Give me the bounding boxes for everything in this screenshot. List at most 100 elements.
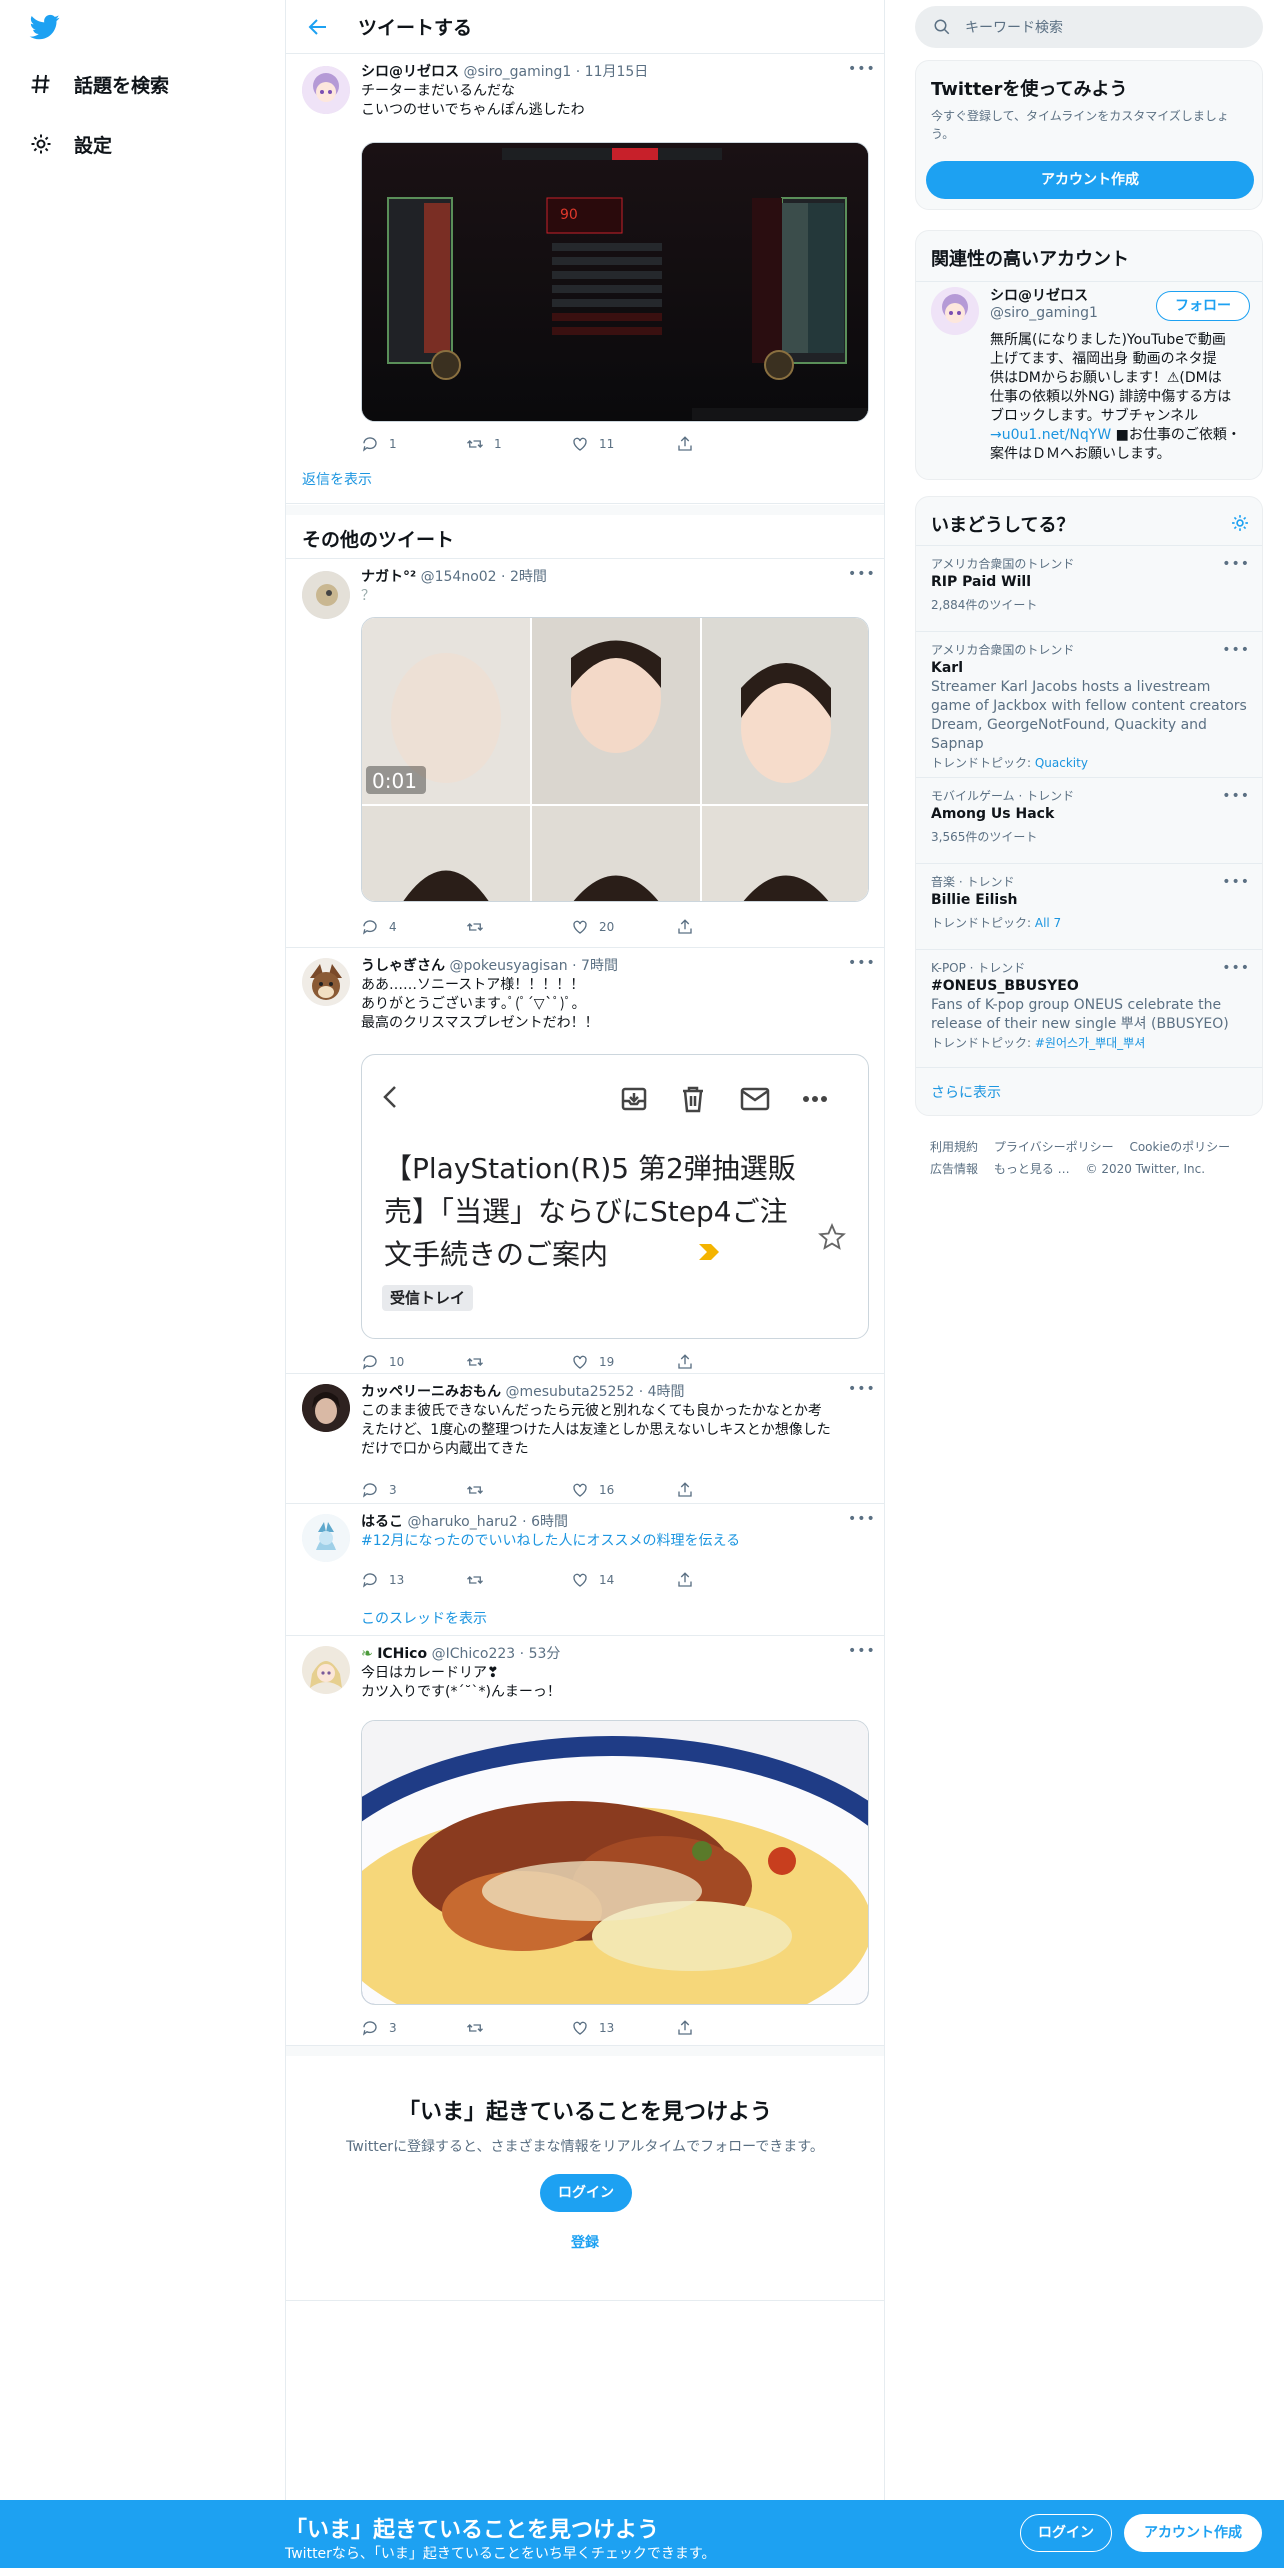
more-icon[interactable]: ••• [1222,642,1250,658]
more-icon[interactable]: ••• [1222,874,1250,890]
user-handle[interactable]: @mesubuta25252 [505,1384,634,1400]
signup-link[interactable]: 登録 [286,2232,884,2252]
retweet-button[interactable] [466,1570,571,1590]
more-icon[interactable]: ••• [848,62,875,82]
more-icon[interactable]: ••• [1222,960,1250,976]
trend-item[interactable]: モバイルゲーム · トレンド Among Us Hack 3,565件のツイート… [916,777,1262,863]
footer-link[interactable]: 広告情報 [930,1162,978,1176]
trend-item[interactable]: K-POP · トレンド #ONEUS_BBUSYEO Fans of K-po… [916,949,1262,1067]
footer-link[interactable]: プライバシーポリシー [994,1140,1114,1154]
tweet-time[interactable]: 11月15日 [585,64,649,80]
tweet-time[interactable]: 4時間 [648,1384,685,1400]
trend-item[interactable]: アメリカ合衆国のトレンド Karl Streamer Karl Jacobs h… [916,631,1262,777]
share-button[interactable] [676,434,781,454]
display-name[interactable]: ナガト°² [361,569,416,585]
like-button[interactable]: 13 [571,2018,676,2038]
search-box[interactable]: キーワード検索 [915,6,1263,48]
display-name[interactable]: カッペリーニみおもん [361,1384,501,1400]
tweet-video[interactable]: 0:01 [361,617,869,902]
trend-topic-link[interactable]: #원어스가_뿌대_뿌셔 [1035,1036,1145,1050]
trend-item[interactable]: 音楽 · トレンド Billie Eilish トレンドトピック: All 7 … [916,863,1262,949]
retweet-button[interactable] [466,1480,571,1500]
share-button[interactable] [676,1570,781,1590]
tweet[interactable]: うしゃぎさん @pokeusyagisan · 7時間 ••• ああ……ソニース… [286,948,884,1374]
reply-button[interactable]: 1 [361,434,466,454]
tweet-time[interactable]: 53分 [529,1646,561,1662]
trend-topic-link[interactable]: All 7 [1035,916,1061,930]
user-handle[interactable]: @haruko_haru2 [407,1514,517,1530]
tweet[interactable]: ❧ ICHico @IChico223 · 53分 ••• 今日はカレードリア❣… [286,1636,884,2046]
reply-button[interactable]: 13 [361,1570,466,1590]
more-icon[interactable]: ••• [848,567,875,587]
tweet-time[interactable]: 7時間 [581,958,618,974]
like-button[interactable]: 20 [571,917,676,937]
reply-button[interactable]: 3 [361,1480,466,1500]
display-name[interactable]: シロ@リゼロス [990,285,1088,305]
avatar[interactable] [302,1384,350,1432]
tweet-image[interactable]: 【PlayStation(R)5 第2弾抽選販売】「当選」ならびにStep4ご注… [361,1054,869,1339]
avatar[interactable] [931,287,979,335]
tweet-image[interactable]: 90 [361,142,869,422]
show-replies-link[interactable]: 返信を表示 [302,469,372,489]
more-icon[interactable]: ••• [1222,788,1250,804]
reply-button[interactable]: 4 [361,917,466,937]
more-icon[interactable]: ••• [848,1512,875,1532]
hashtag-link[interactable]: #12月になったのでいいねした人にオススメの料理を伝える [361,1533,740,1549]
bio-link[interactable]: →u0u1.net/NqYW [990,427,1111,443]
more-icon[interactable]: ••• [848,1382,875,1402]
user-handle[interactable]: @IChico223 [432,1646,516,1662]
nav-settings[interactable]: 設定 [28,124,112,164]
footer-link[interactable]: 利用規約 [930,1140,978,1154]
create-account-button[interactable]: アカウント作成 [926,161,1254,199]
footer-link[interactable]: もっと見る … [994,1162,1070,1176]
user-handle[interactable]: @siro_gaming1 [463,64,571,80]
tweet-image[interactable] [361,1720,869,2005]
avatar[interactable] [302,571,350,619]
trend-item[interactable]: アメリカ合衆国のトレンド RIP Paid Will 2,884件のツイート •… [916,545,1262,631]
more-icon[interactable]: ••• [848,956,875,976]
back-arrow-icon[interactable] [306,15,330,39]
login-button[interactable]: ログイン [540,2174,632,2212]
like-button[interactable]: 14 [571,1570,676,1590]
show-thread-link[interactable]: このスレッドを表示 [361,1608,487,1628]
follow-button[interactable]: フォロー [1156,291,1250,321]
nav-explore[interactable]: 話題を検索 [28,64,169,104]
twitter-logo-icon[interactable] [28,12,62,42]
reply-button[interactable]: 10 [361,1352,466,1372]
tweet-time[interactable]: 6時間 [531,1514,568,1530]
retweet-button[interactable] [466,1352,571,1372]
tweet[interactable]: ナガト°² @154no02 · 2時間 ••• ？ 0:01 4 20 [286,559,884,948]
avatar[interactable] [302,1646,350,1694]
display-name[interactable]: ICHico [377,1646,427,1662]
bottom-login-button[interactable]: ログイン [1020,2514,1112,2552]
avatar[interactable] [302,1514,350,1562]
search-input[interactable]: キーワード検索 [965,17,1063,37]
tweet[interactable]: はるこ @haruko_haru2 · 6時間 ••• #12月になったのでいい… [286,1504,884,1636]
user-handle[interactable]: @siro_gaming1 [990,305,1098,321]
user-handle[interactable]: @154no02 [421,569,497,585]
retweet-button[interactable] [466,917,571,937]
bottom-signup-button[interactable]: アカウント作成 [1124,2514,1262,2552]
display-name[interactable]: はるこ [361,1514,403,1530]
display-name[interactable]: シロ@リゼロス [361,64,459,80]
more-icon[interactable]: ••• [848,1644,875,1664]
main-tweet[interactable]: シロ@リゼロス @siro_gaming1 · 11月15日 ••• チーターま… [286,54,884,459]
user-handle[interactable]: @pokeusyagisan [449,958,567,974]
tweet[interactable]: カッペリーニみおもん @mesubuta25252 · 4時間 ••• このまま… [286,1374,884,1504]
like-button[interactable]: 11 [571,434,676,454]
show-replies-row[interactable]: 返信を表示 [286,459,884,504]
share-button[interactable] [676,1352,781,1372]
retweet-button[interactable]: 1 [466,434,571,454]
reply-button[interactable]: 3 [361,2018,466,2038]
share-button[interactable] [676,917,781,937]
retweet-button[interactable] [466,2018,571,2038]
more-icon[interactable]: ••• [1222,556,1250,572]
tweet-time[interactable]: 2時間 [510,569,547,585]
trend-topic-link[interactable]: Quackity [1035,756,1088,770]
share-button[interactable] [676,1480,781,1500]
gear-icon[interactable] [1230,513,1250,533]
like-button[interactable]: 19 [571,1352,676,1372]
avatar[interactable] [302,66,350,114]
share-button[interactable] [676,2018,781,2038]
footer-link[interactable]: Cookieのポリシー [1129,1140,1230,1154]
